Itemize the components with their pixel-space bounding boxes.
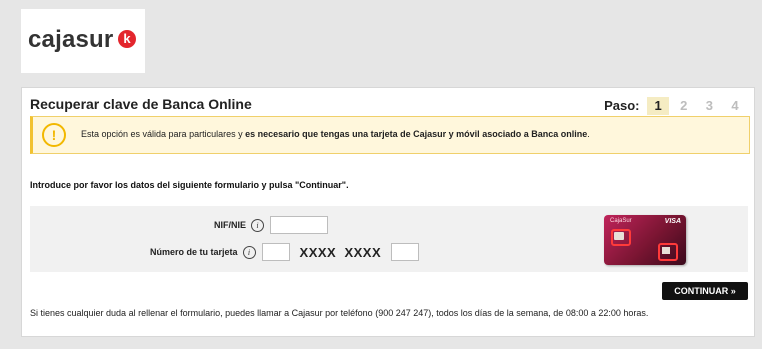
nif-label: NIF/NIE (213, 220, 246, 230)
notice-box: ! Esta opción es válida para particulare… (30, 116, 750, 154)
info-icon[interactable]: i (242, 245, 256, 259)
intro-text: Introduce por favor los datos del siguie… (30, 180, 349, 190)
info-icon[interactable]: i (251, 218, 264, 232)
steps-label: Paso: (604, 98, 640, 113)
logo-text: cajasur (28, 26, 114, 53)
logo-mark-icon: k (118, 30, 136, 48)
continue-button[interactable]: CONTINUAR » (662, 282, 748, 300)
nif-row: NIF/NIE i (214, 216, 328, 234)
help-footer-text: Si tienes cualquier duda al rellenar el … (30, 308, 649, 318)
card-first-digits-input[interactable] (261, 243, 290, 261)
card-last-digits-input[interactable] (391, 243, 420, 261)
main-panel: Recuperar clave de Banca Online Paso: 1 … (21, 87, 755, 337)
form-panel: NIF/NIE i Número de tu tarjeta i XXXX XX… (30, 206, 748, 272)
card-number-row: Número de tu tarjeta i XXXX XXXX (150, 243, 420, 261)
visa-logo: VISA (664, 218, 681, 225)
notice-text: Esta opción es válida para particulares … (81, 129, 590, 139)
page-title: Recuperar clave de Banca Online (30, 96, 252, 112)
card-mask-text: XXXX XXXX (299, 244, 382, 260)
nif-input[interactable] (270, 216, 328, 234)
step-indicator: Paso: 1 2 3 4 (604, 97, 746, 115)
logo-box: cajasur k (21, 9, 145, 73)
card-illustration: CajaSur VISA (604, 215, 686, 265)
card-brand-text: CajaSur (610, 218, 632, 224)
exclamation-icon: ! (42, 123, 66, 147)
step-4: 4 (731, 98, 739, 113)
card-highlight-first-digits (611, 229, 631, 246)
step-2: 2 (680, 98, 688, 113)
step-1: 1 (647, 97, 670, 115)
card-number-label: Número de tu tarjeta (150, 247, 238, 257)
step-3: 3 (705, 98, 713, 113)
card-highlight-last-digits (658, 243, 678, 261)
